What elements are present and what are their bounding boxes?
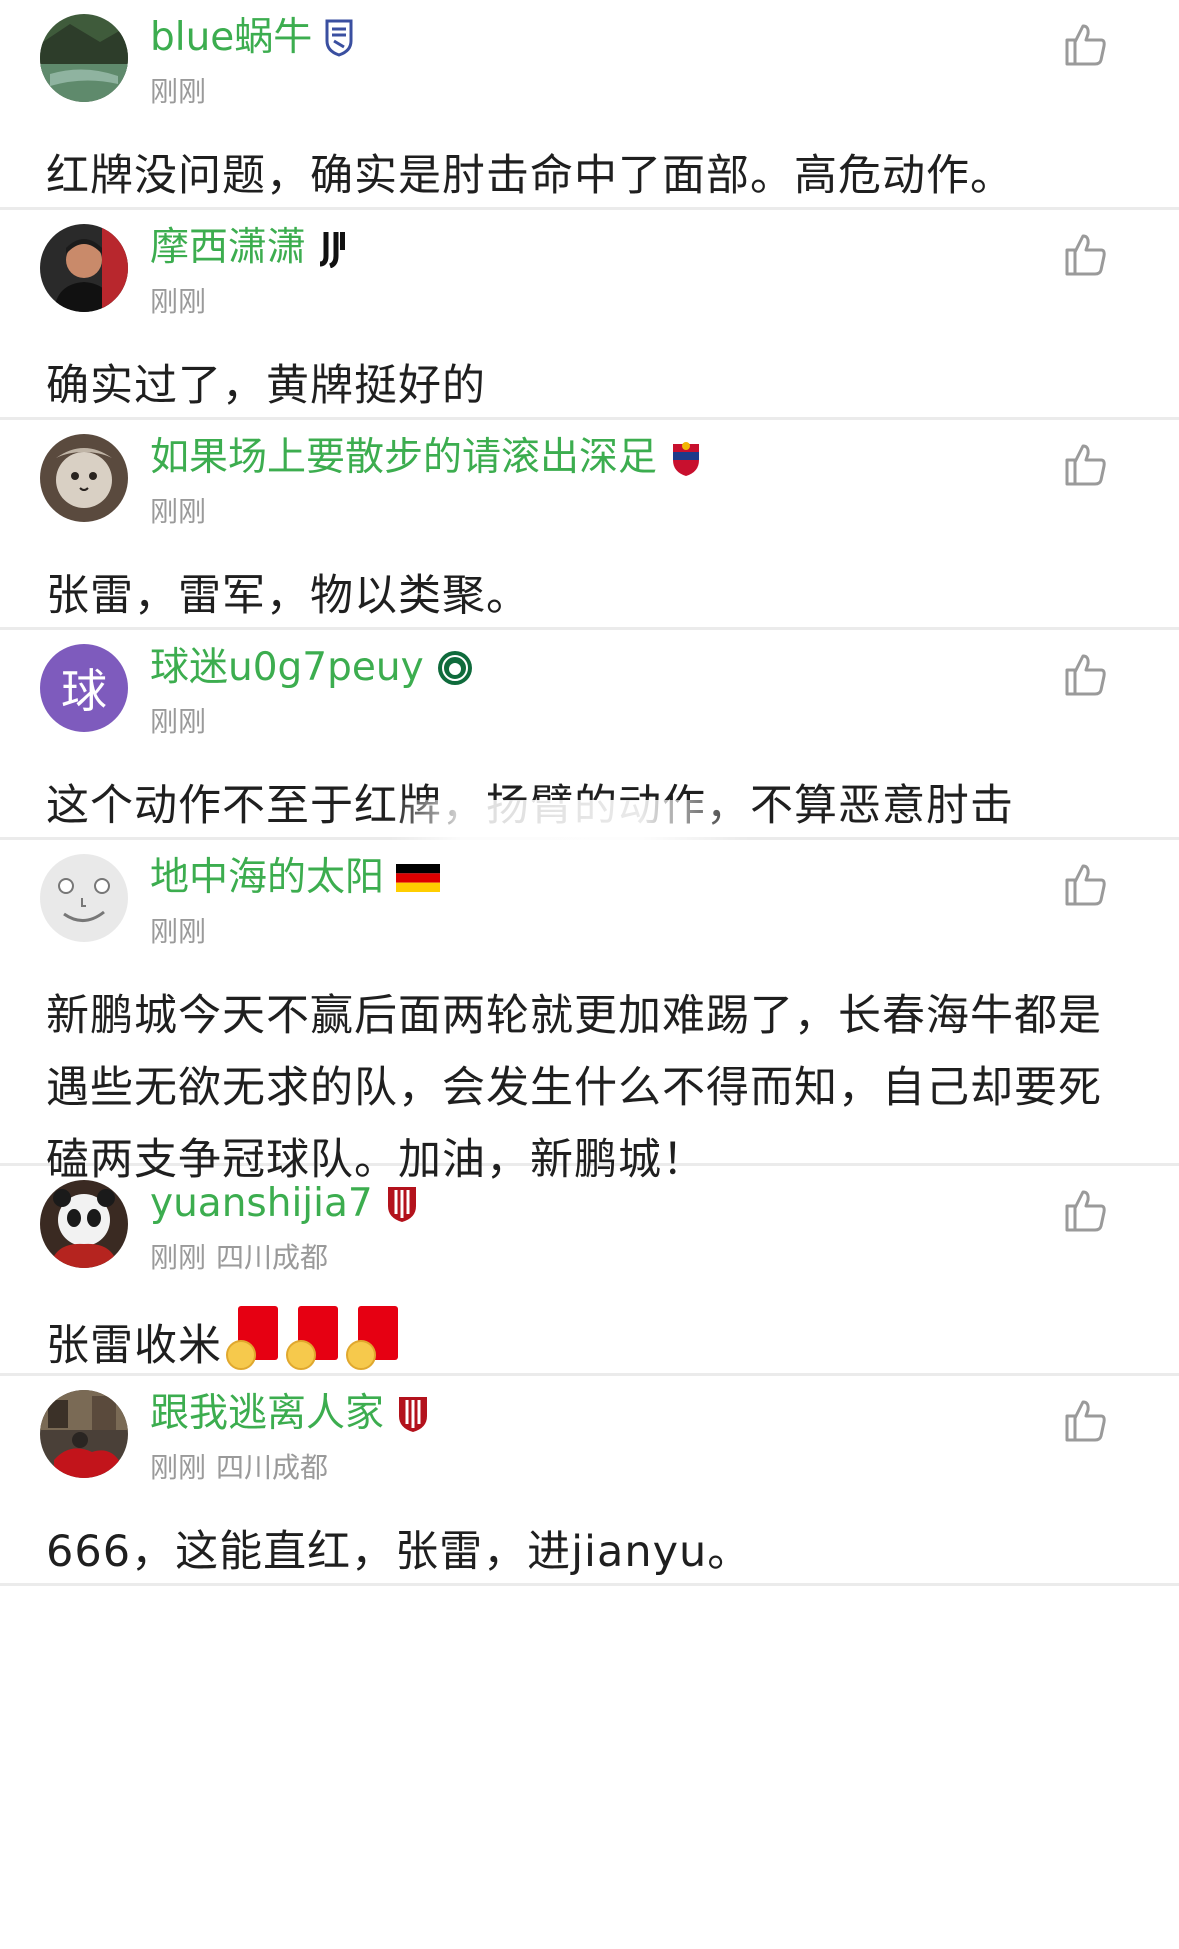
comment-location: 四川成都 xyxy=(216,1241,329,1274)
red-shield-badge-icon xyxy=(385,1182,419,1226)
comment-item: 如果场上要散步的请滚出深足 刚刚 张雷，雷军，物以类聚。 xyxy=(0,420,1179,630)
username[interactable]: 地中海的太阳 xyxy=(150,850,384,906)
user-avatar[interactable]: 球 xyxy=(40,644,128,732)
comment-text: 张雷收米 xyxy=(46,1321,222,1371)
juventus-badge-icon xyxy=(318,226,348,270)
user-avatar[interactable] xyxy=(40,1180,128,1268)
username[interactable]: 球迷u0g7peuy xyxy=(150,640,424,696)
comment-text-wrapper: 张雷收米 xyxy=(46,1306,1145,1382)
comment-time: 刚刚 xyxy=(150,705,207,738)
username[interactable]: 跟我逃离人家 xyxy=(150,1386,384,1442)
username[interactable]: yuanshijia7 xyxy=(150,1176,373,1232)
red-card-emoji-icon xyxy=(346,1306,402,1370)
username[interactable]: blue蜗牛 xyxy=(150,10,312,66)
like-thumb-icon[interactable] xyxy=(1061,1396,1109,1444)
comment-item: 摩西潇潇 刚刚 确实过了，黄牌挺好的 xyxy=(0,210,1179,420)
like-thumb-icon[interactable] xyxy=(1061,440,1109,488)
like-thumb-icon[interactable] xyxy=(1061,650,1109,698)
comment-text: 新鹏城今天不赢后面两轮就更加难踢了，长春海牛都是遇些无欲无求的队，会发生什么不得… xyxy=(46,991,1102,1185)
comment-list: blue蜗牛 刚刚 红牌没问题，确实是肘击命中了面部。高危动作。 摩西潇潇 刚刚… xyxy=(0,0,1179,1586)
comment-text: 张雷，雷军，物以类聚。 xyxy=(46,571,530,621)
user-avatar[interactable] xyxy=(40,224,128,312)
red-card-emoji-icon xyxy=(226,1306,282,1370)
like-thumb-icon[interactable] xyxy=(1061,860,1109,908)
user-avatar[interactable] xyxy=(40,14,128,102)
like-thumb-icon[interactable] xyxy=(1061,1186,1109,1234)
blur-overlay xyxy=(390,800,750,840)
red-shield-badge-icon xyxy=(396,1392,430,1436)
red-card-emoji-icon xyxy=(286,1306,342,1370)
comment-text: 666，这能直红，张雷，进jianyu。 xyxy=(46,1527,752,1577)
green-club-badge-icon xyxy=(436,646,474,690)
user-avatar[interactable] xyxy=(40,434,128,522)
germany-flag-icon xyxy=(396,856,441,900)
shield-badge-icon xyxy=(324,16,354,60)
comment-text: 红牌没问题，确实是肘击命中了面部。高危动作。 xyxy=(46,151,1014,201)
comment-time: 刚刚 xyxy=(150,915,207,948)
comment-item: 球 球迷u0g7peuy 刚刚 这个动作不至于红牌，扬臂的动作，不算恶意肘击 xyxy=(0,630,1179,840)
comment-item: 地中海的太阳 刚刚 新鹏城今天不赢后面两轮就更加难踢了，长春海牛都是遇些无欲无求… xyxy=(0,840,1179,1185)
comment-item: yuanshijia7 刚刚 四川成都 张雷收米 xyxy=(0,1166,1179,1376)
comment-time: 刚刚 xyxy=(150,285,207,318)
username[interactable]: 如果场上要散步的请滚出深足 xyxy=(150,430,657,486)
like-thumb-icon[interactable] xyxy=(1061,230,1109,278)
comment-item: 跟我逃离人家 刚刚 四川成都 666，这能直红，张雷，进jianyu。 xyxy=(0,1376,1179,1586)
like-thumb-icon[interactable] xyxy=(1061,20,1109,68)
user-avatar[interactable] xyxy=(40,1390,128,1478)
comment-time: 刚刚 xyxy=(150,75,207,108)
comment-item: blue蜗牛 刚刚 红牌没问题，确实是肘击命中了面部。高危动作。 xyxy=(0,0,1179,210)
avatar-letter: 球 xyxy=(61,664,107,718)
comment-time: 刚刚 xyxy=(150,495,207,528)
username[interactable]: 摩西潇潇 xyxy=(150,220,306,276)
comment-location: 四川成都 xyxy=(216,1451,329,1484)
comment-text: 确实过了，黄牌挺好的 xyxy=(46,361,486,411)
user-avatar[interactable] xyxy=(40,854,128,942)
comment-time: 刚刚 xyxy=(150,1241,207,1274)
comment-time: 刚刚 xyxy=(150,1451,207,1484)
club-crest-icon xyxy=(669,436,703,480)
